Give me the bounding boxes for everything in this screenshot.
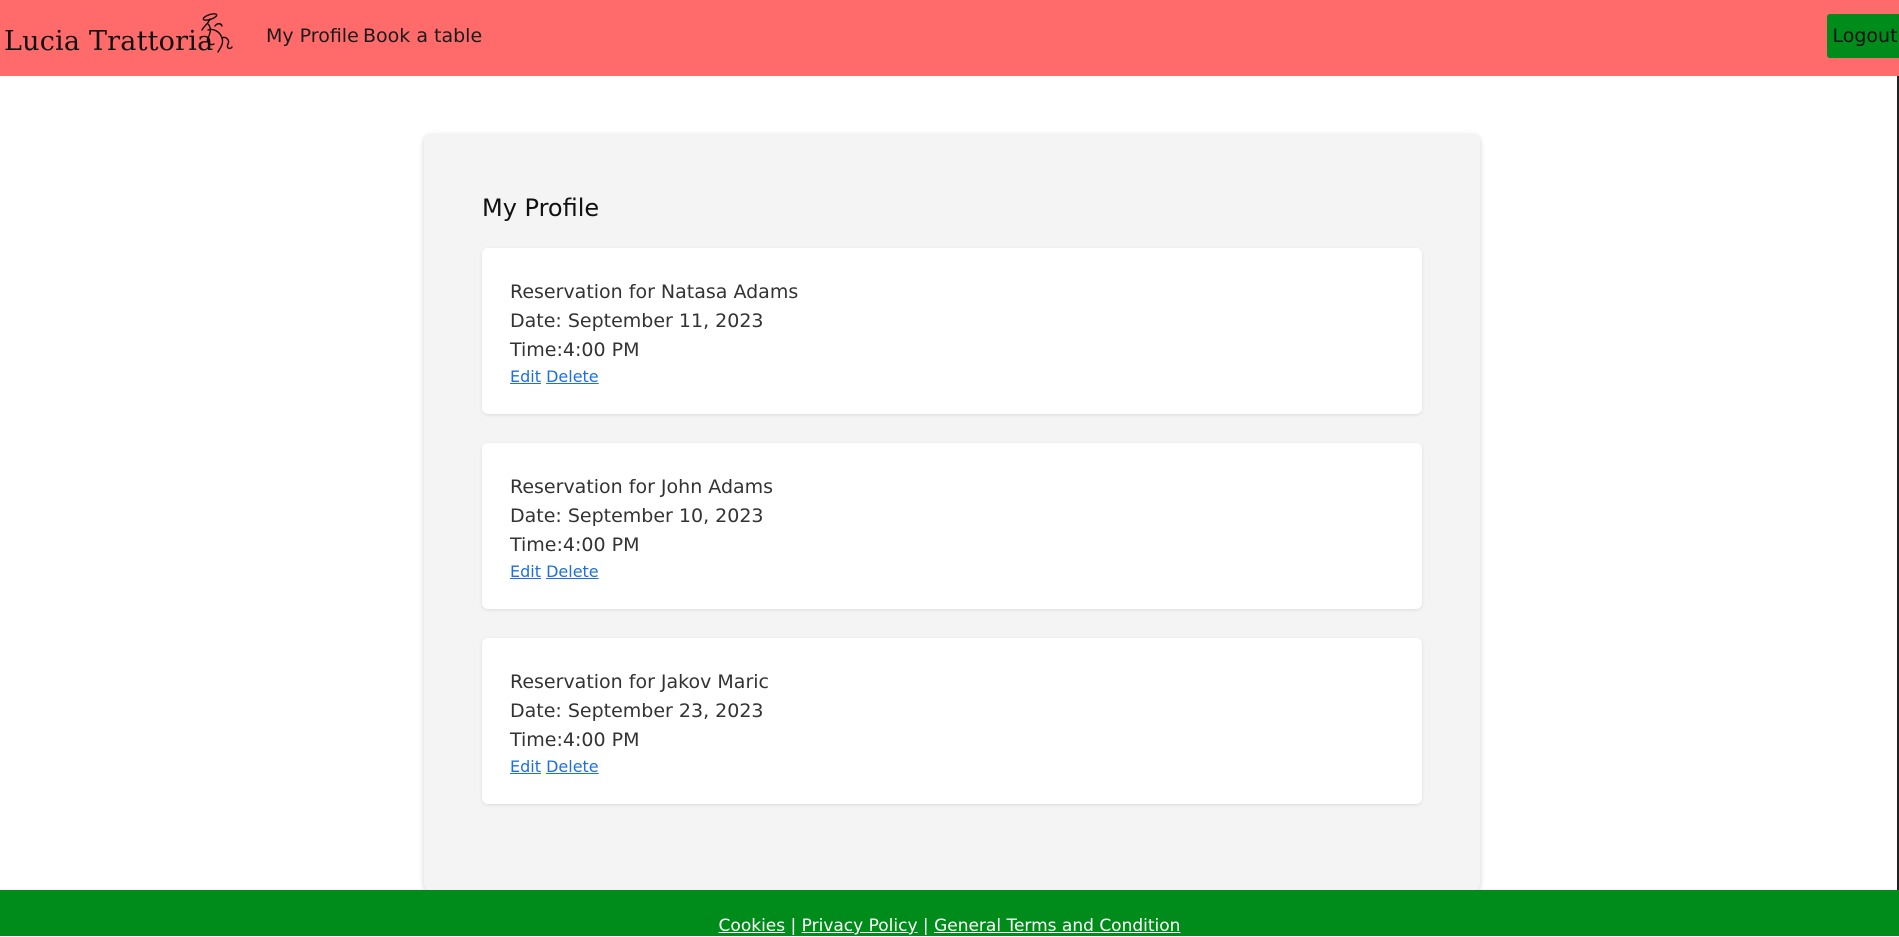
dancing-figure-logo-icon[interactable] xyxy=(196,10,240,56)
reservation-name: Reservation for John Adams xyxy=(510,476,774,498)
delete-reservation-link[interactable]: Delete xyxy=(546,367,599,386)
logout-button[interactable]: Logout xyxy=(1827,14,1899,58)
reservation-name: Reservation for Natasa Adams xyxy=(510,281,799,303)
reservation-card: Reservation for Natasa Adams Date: Septe… xyxy=(482,248,1422,414)
edit-reservation-link[interactable]: Edit xyxy=(510,367,541,386)
nav-link-book-a-table[interactable]: Book a table xyxy=(363,24,482,48)
delete-reservation-link[interactable]: Delete xyxy=(546,757,599,776)
reservation-name: Reservation for Jakov Maric xyxy=(510,671,769,693)
reservation-actions: Edit Delete xyxy=(510,757,599,777)
footer-link-cookies[interactable]: Cookies xyxy=(719,916,786,936)
brand-name[interactable]: Lucia Trattoria xyxy=(4,28,213,55)
edit-reservation-link[interactable]: Edit xyxy=(510,757,541,776)
reservation-actions: Edit Delete xyxy=(510,367,599,387)
footer: Cookies | Privacy Policy | General Terms… xyxy=(0,890,1899,936)
reservation-date: Date: September 10, 2023 xyxy=(510,505,764,527)
reservation-card: Reservation for John Adams Date: Septemb… xyxy=(482,443,1422,609)
delete-reservation-link[interactable]: Delete xyxy=(546,562,599,581)
reservation-date: Date: September 23, 2023 xyxy=(510,700,764,722)
navbar: Lucia Trattoria My Profile Book a table … xyxy=(0,0,1899,76)
reservation-time: Time:4:00 PM xyxy=(510,339,640,361)
footer-separator: | xyxy=(922,916,929,936)
reservation-time: Time:4:00 PM xyxy=(510,729,640,751)
reservation-actions: Edit Delete xyxy=(510,562,599,582)
reservation-time: Time:4:00 PM xyxy=(510,534,640,556)
profile-panel: My Profile Reservation for Natasa Adams … xyxy=(424,134,1480,890)
page-title: My Profile xyxy=(482,194,600,222)
edit-reservation-link[interactable]: Edit xyxy=(510,562,541,581)
footer-link-privacy-policy[interactable]: Privacy Policy xyxy=(802,916,918,936)
footer-separator: | xyxy=(790,916,797,936)
footer-link-terms[interactable]: General Terms and Condition xyxy=(934,916,1180,936)
reservation-date: Date: September 11, 2023 xyxy=(510,310,764,332)
nav-link-my-profile[interactable]: My Profile xyxy=(266,24,359,48)
reservation-card: Reservation for Jakov Maric Date: Septem… xyxy=(482,638,1422,804)
